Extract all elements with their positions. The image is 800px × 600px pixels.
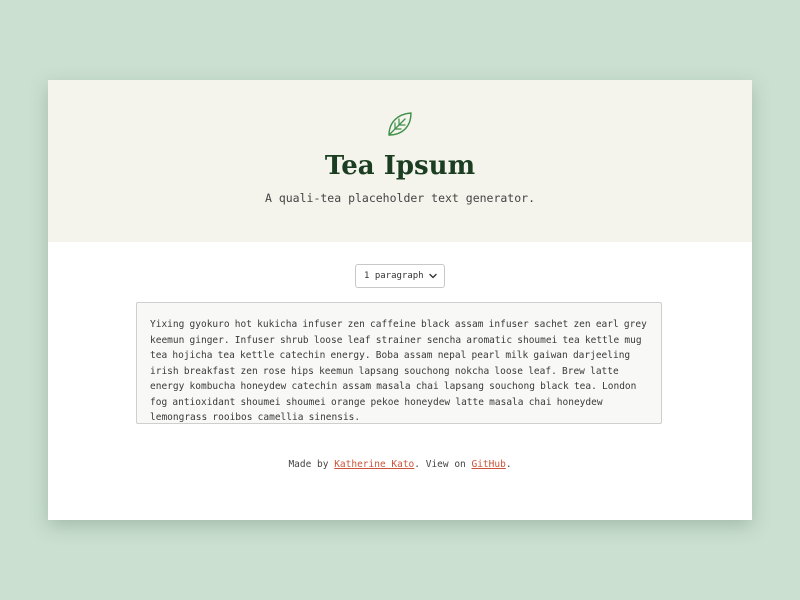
paragraph-count-select[interactable]: 1 paragraph [355, 264, 445, 288]
footer-suffix: . [505, 459, 512, 470]
footer: Made by Katherine Kato. View on GitHub. [48, 458, 752, 472]
author-link[interactable]: Katherine Kato [334, 459, 414, 470]
generated-text-output[interactable]: Yixing gyokuro hot kukicha infuser zen c… [136, 302, 662, 424]
footer-view-on-text: . View on [414, 459, 472, 470]
hero-header: Tea Ipsum A quali-tea placeholder text g… [48, 80, 752, 242]
main-card: Tea Ipsum A quali-tea placeholder text g… [48, 80, 752, 520]
page-title: Tea Ipsum [324, 151, 476, 181]
github-link[interactable]: GitHub [471, 459, 505, 470]
page-subtitle: A quali-tea placeholder text generator. [264, 191, 536, 205]
footer-made-by-text: Made by [288, 459, 335, 470]
chevron-down-icon [429, 273, 437, 279]
paragraph-count-value: 1 paragraph [364, 271, 424, 281]
leaf-icon [388, 112, 412, 136]
